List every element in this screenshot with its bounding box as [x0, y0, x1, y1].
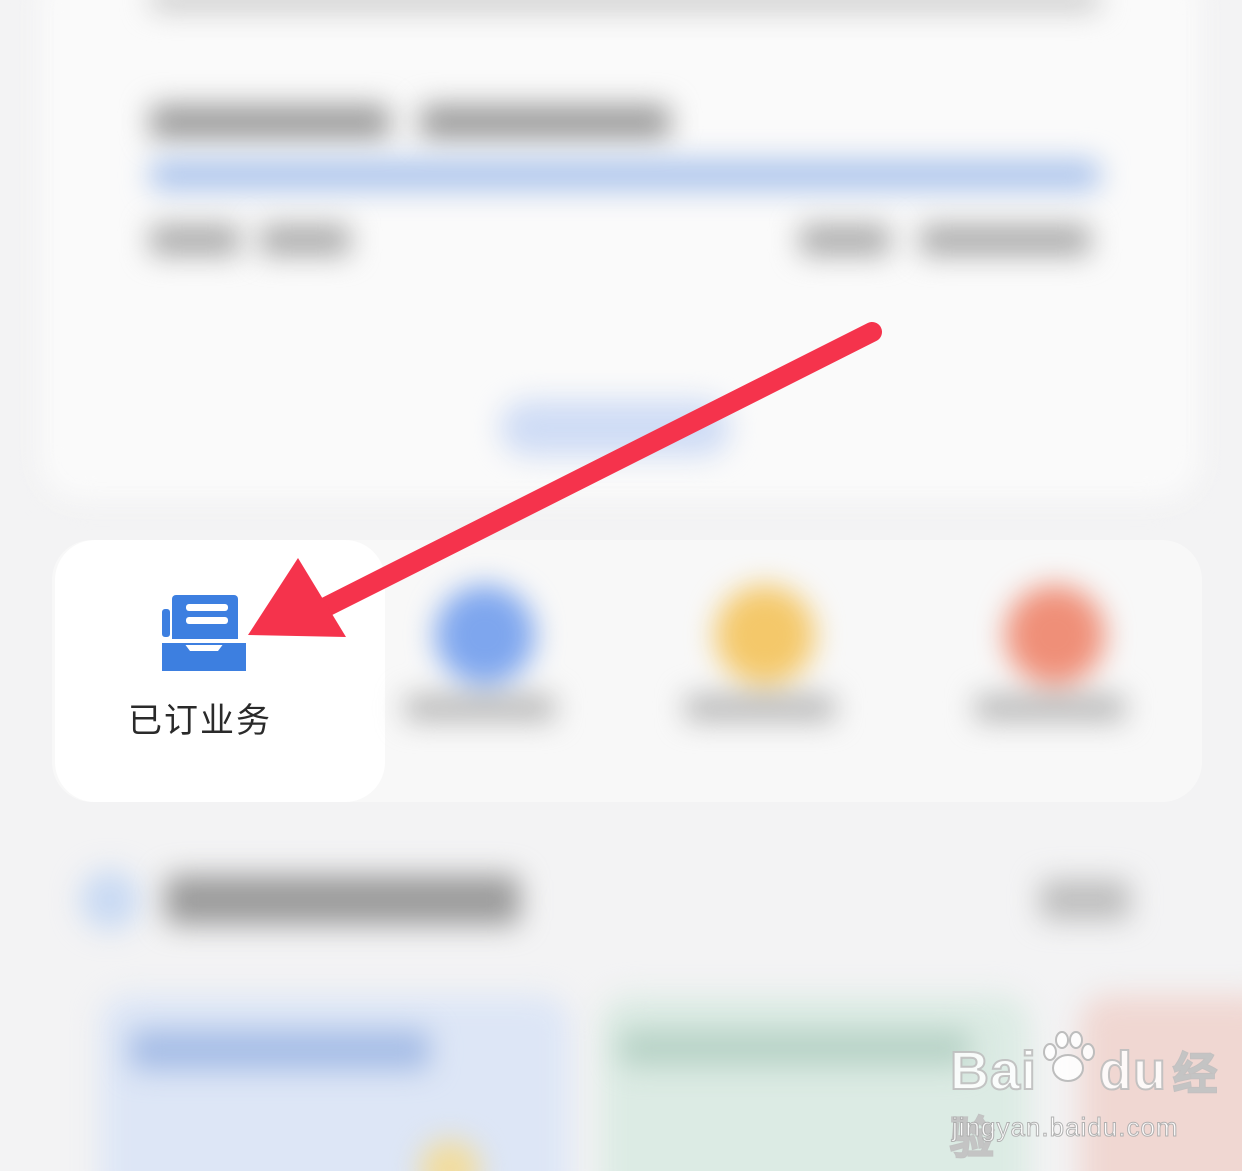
baidu-jingyan-watermark: Bai du 经验 jingyan.baidu.com	[949, 1030, 1230, 1164]
red-arrow-annotation	[248, 322, 882, 637]
watermark-brand: Bai	[949, 1040, 1038, 1102]
watermark-brand-suffix: du	[1098, 1040, 1168, 1102]
watermark-url: jingyan.baidu.com	[952, 1112, 1179, 1143]
screen: 已订业务 Bai du 经验 jingyan.baidu.com	[0, 0, 1242, 1171]
